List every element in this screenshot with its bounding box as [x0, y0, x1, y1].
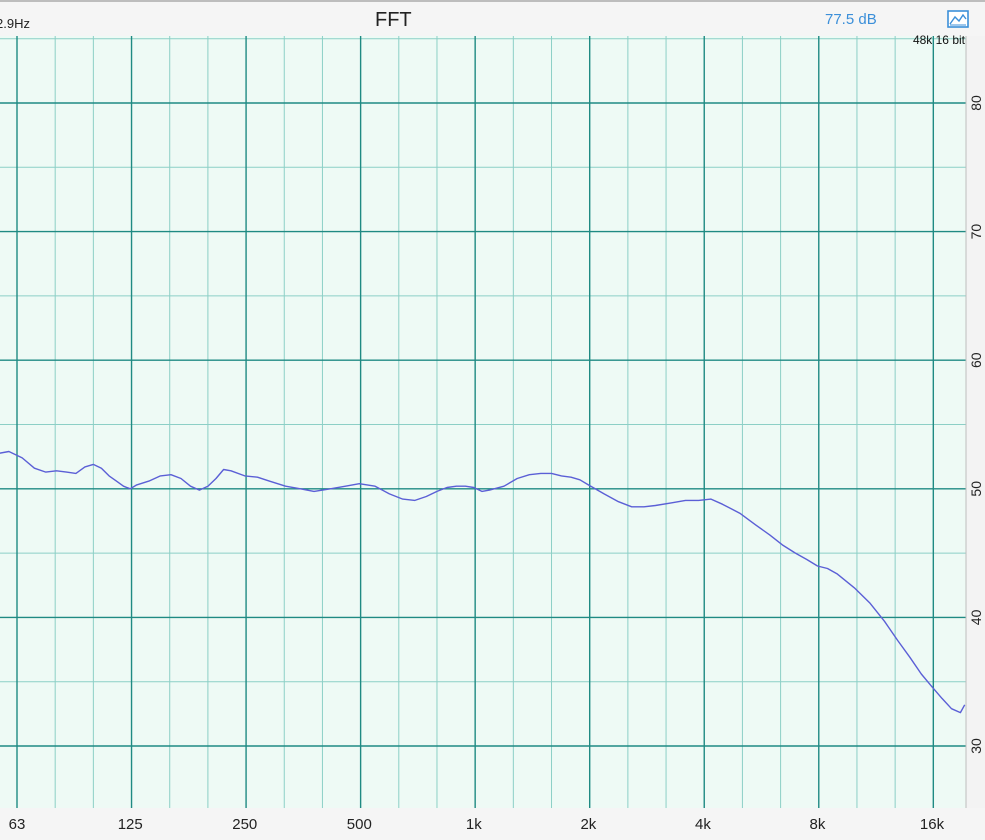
- x-tick-label: 500: [347, 816, 372, 833]
- fft-plot[interactable]: 63 125 250 500 1k 2k 4k 8k 16k 30 40 50 60 70 80 48k …: [0, 0, 985, 840]
- y-tick-label: 40: [968, 609, 984, 625]
- y-tick-labels: 30 40 50 60 70 80: [968, 95, 984, 754]
- x-tick-label: 16k: [920, 816, 945, 833]
- y-tick-label: 50: [968, 481, 984, 497]
- x-tick-label: 4k: [695, 816, 711, 833]
- y-tick-label: 60: [968, 352, 984, 368]
- plot-background: [0, 36, 966, 808]
- x-tick-labels: 63 125 250 500 1k 2k 4k 8k 16k: [9, 816, 945, 833]
- x-tick-label: 1k: [466, 816, 482, 833]
- format-label: 48k 16 bit: [913, 33, 966, 47]
- x-tick-label: 250: [232, 816, 257, 833]
- y-tick-label: 80: [968, 95, 984, 111]
- x-tick-label: 2k: [580, 816, 596, 833]
- y-tick-label: 30: [968, 738, 984, 754]
- y-tick-label: 70: [968, 224, 984, 240]
- x-tick-label: 63: [9, 816, 26, 833]
- x-tick-label: 125: [118, 816, 143, 833]
- x-tick-label: 8k: [810, 816, 826, 833]
